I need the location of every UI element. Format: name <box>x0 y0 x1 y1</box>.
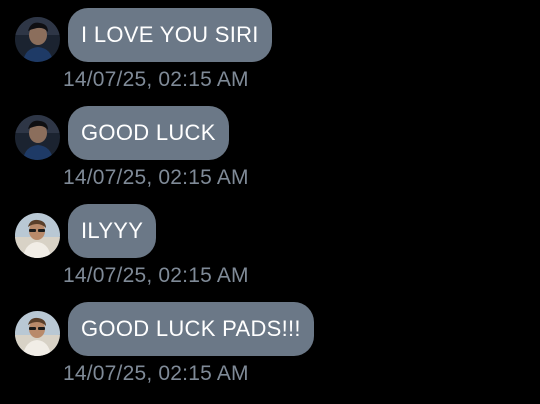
message-bubble[interactable]: GOOD LUCK <box>68 106 229 160</box>
message-timestamp: 14/07/25, 02:15 AM <box>63 362 249 385</box>
avatar[interactable] <box>15 213 60 258</box>
message-bubble[interactable]: ILYYY <box>68 204 157 258</box>
message-row: ILYYY 14/07/25, 02:15 AM <box>0 204 540 302</box>
message-bubble[interactable]: GOOD LUCK PADS!!! <box>68 302 314 356</box>
message-timestamp: 14/07/25, 02:15 AM <box>63 264 249 287</box>
avatar[interactable] <box>15 115 60 160</box>
avatar[interactable] <box>15 311 60 356</box>
message-row: I LOVE YOU SIRI 14/07/25, 02:15 AM <box>0 8 540 106</box>
message-timestamp: 14/07/25, 02:15 AM <box>63 166 249 189</box>
avatar[interactable] <box>15 17 60 62</box>
message-text: GOOD LUCK <box>81 120 216 145</box>
message-timestamp: 14/07/25, 02:15 AM <box>63 68 249 91</box>
message-text: I LOVE YOU SIRI <box>81 22 259 47</box>
message-bubble[interactable]: I LOVE YOU SIRI <box>68 8 272 62</box>
message-text: ILYYY <box>81 218 144 243</box>
message-row: GOOD LUCK 14/07/25, 02:15 AM <box>0 106 540 204</box>
message-text: GOOD LUCK PADS!!! <box>81 316 301 341</box>
message-row: GOOD LUCK PADS!!! 14/07/25, 02:15 AM <box>0 302 540 400</box>
message-thread: I LOVE YOU SIRI 14/07/25, 02:15 AM GOOD … <box>0 0 540 404</box>
